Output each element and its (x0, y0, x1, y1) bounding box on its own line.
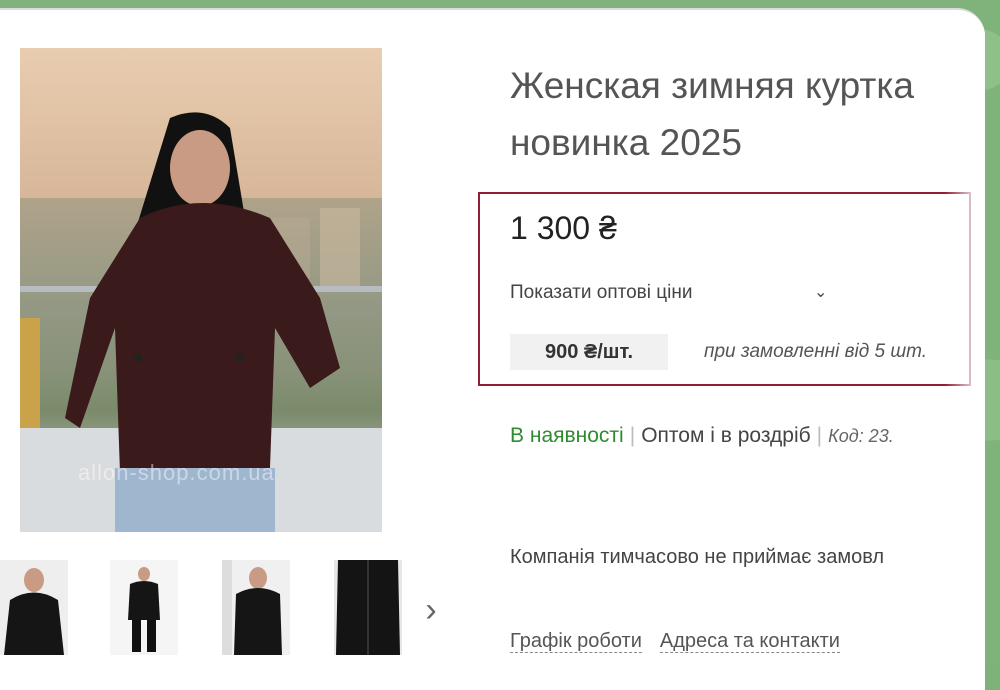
thumbnail-4[interactable] (334, 560, 402, 655)
company-notice: Компанія тимчасово не приймає замовл (510, 546, 885, 568)
thumbnail-3[interactable] (222, 560, 290, 655)
wholesale-toggle-label: Показати оптові ціни (510, 282, 693, 303)
info-links: Графік роботи Адреса та контакти (510, 630, 858, 653)
sale-type: Оптом і в роздріб (641, 424, 811, 447)
show-wholesale-prices-toggle[interactable]: Показати оптові ціни ⌄ (510, 278, 840, 308)
thumbnail-1[interactable] (0, 560, 68, 655)
wholesale-condition: при замовленні від 5 шт. (704, 341, 928, 362)
product-code: Код: 23. (828, 426, 894, 446)
thumbnail-strip: › (0, 560, 460, 655)
divider: | (816, 424, 823, 447)
chevron-down-icon: ⌄ (814, 284, 828, 301)
thumbnails-next-button[interactable]: › (418, 590, 444, 630)
address-contacts-link[interactable]: Адреса та контакти (659, 630, 840, 653)
thumbnail-2[interactable] (110, 560, 178, 655)
watermark: allon-shop.com.ua (78, 460, 275, 485)
main-product-photo[interactable]: allon-shop.com.ua (20, 48, 382, 532)
availability-status: В наявності (510, 424, 624, 447)
divider: | (629, 424, 636, 447)
wholesale-price-badge: 900 ₴/шт. (510, 334, 668, 370)
status-row: В наявності | Оптом і в роздріб | Код: 23. (510, 424, 894, 448)
product-price: 1 300 ₴ (510, 210, 617, 246)
schedule-link[interactable]: Графік роботи (510, 630, 642, 653)
product-card: allon-shop.com.ua › Женская зимняя куртк… (0, 8, 985, 690)
product-title: Женская зимняя куртка новинка 2025 (510, 65, 914, 163)
edge-fade (945, 10, 985, 690)
